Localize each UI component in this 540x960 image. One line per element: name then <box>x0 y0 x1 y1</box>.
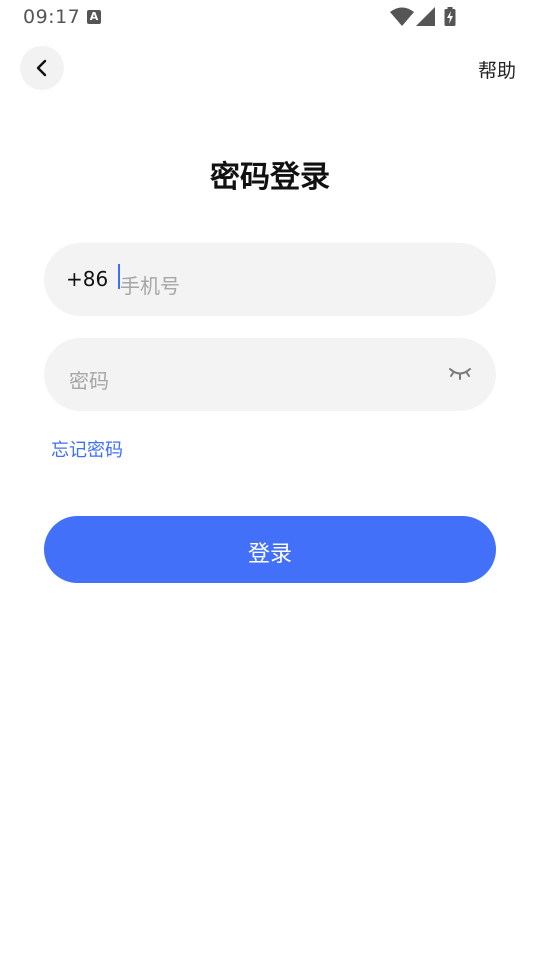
status-bar: 09:17 A <box>0 0 540 34</box>
battery-charging-icon <box>444 7 456 26</box>
a-icon: A <box>87 10 101 24</box>
forgot-password-link[interactable]: 忘记密码 <box>51 436 123 462</box>
login-button-label: 登录 <box>247 542 292 567</box>
cellular-signal-icon <box>416 7 435 26</box>
wifi-icon <box>390 7 414 26</box>
country-code-selector[interactable]: +86 <box>66 267 108 291</box>
eye-closed-icon[interactable] <box>448 366 472 382</box>
phone-field[interactable]: +86 手机号 <box>44 243 496 316</box>
login-button[interactable]: 登录 <box>44 516 496 583</box>
page-title: 密码登录 <box>210 160 330 195</box>
password-input-placeholder[interactable]: 密码 <box>69 365 109 394</box>
phone-input-placeholder[interactable]: 手机号 <box>120 270 180 299</box>
help-link[interactable]: 帮助 <box>478 56 516 83</box>
status-time: 09:17 <box>23 6 81 28</box>
login-screen: 09:17 A 帮助 密码登录 +86 手机号 密码 忘记密码 登录 <box>0 0 540 960</box>
back-button[interactable] <box>20 46 64 90</box>
chevron-left-icon <box>36 59 47 77</box>
password-field[interactable]: 密码 <box>44 338 496 411</box>
